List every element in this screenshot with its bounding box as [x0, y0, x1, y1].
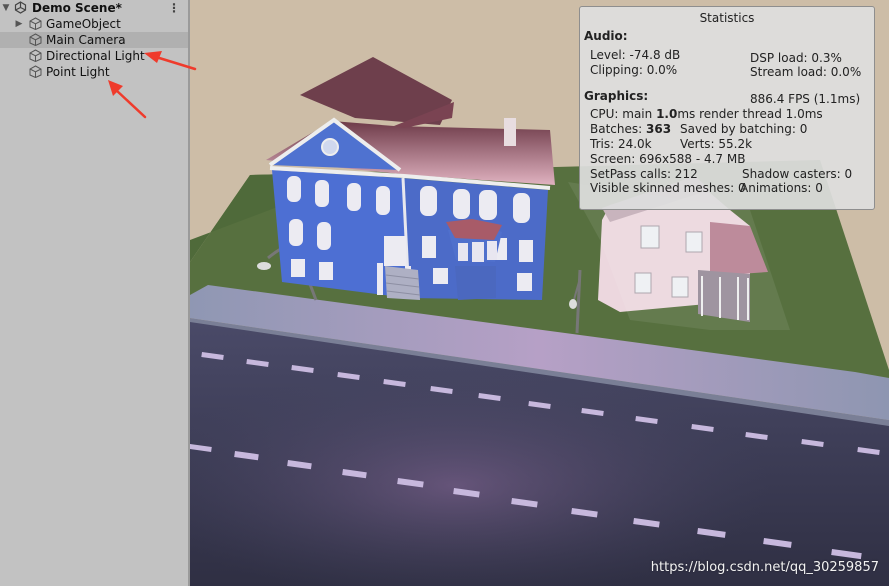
- hierarchy-item-label: GameObject: [46, 17, 121, 31]
- gameobject-cube-icon: [29, 49, 42, 62]
- setpass-calls: SetPass calls: 212: [590, 167, 698, 181]
- cpu-main-value: 1.0: [656, 107, 678, 121]
- stream-load: Stream load: 0.0%: [750, 65, 862, 79]
- scene-name: Demo Scene*: [32, 1, 122, 15]
- animations-count: Animations: 0: [740, 181, 823, 195]
- screen-info: Screen: 696x588 - 4.7 MB: [590, 152, 746, 166]
- audio-header: Audio:: [584, 29, 628, 43]
- gameobject-cube-icon: [29, 65, 42, 78]
- hierarchy-panel: ▼ Demo Scene* ⋮ ▶ GameObject Main Camera…: [0, 0, 190, 586]
- verts-count: Verts: 55.2k: [680, 137, 753, 151]
- shadow-casters: Shadow casters: 0: [742, 167, 853, 181]
- statistics-title: Statistics: [699, 11, 755, 25]
- hierarchy-item-label: Directional Light: [46, 49, 145, 63]
- statistics-panel: Statistics Audio: Level: -74.8 dB DSP lo…: [579, 6, 875, 210]
- hierarchy-item-point-light[interactable]: Point Light: [0, 64, 188, 80]
- collapsed-arrow-icon[interactable]: ▶: [14, 16, 24, 32]
- expand-arrow-icon[interactable]: ▼: [1, 0, 11, 16]
- hierarchy-item-gameobject[interactable]: ▶ GameObject: [0, 16, 188, 32]
- cpu-suffix: ms render thread 1.0ms: [677, 107, 823, 121]
- hierarchy-item-main-camera[interactable]: Main Camera: [0, 32, 188, 48]
- gameobject-cube-icon: [29, 33, 42, 46]
- graphics-header: Graphics:: [584, 89, 649, 103]
- watermark-url: https://blog.csdn.net/qq_30259857: [650, 560, 879, 575]
- visible-skinned-meshes: Visible skinned meshes: 0: [590, 181, 746, 195]
- cpu-timing: CPU: main 1.0ms render thread 1.0ms: [590, 107, 823, 121]
- hierarchy-item-label: Point Light: [46, 65, 110, 79]
- unity-logo-icon: [14, 1, 27, 14]
- batches: Batches: 363: [590, 122, 671, 136]
- saved-by-batching: Saved by batching: 0: [680, 122, 808, 136]
- batches-value: 363: [646, 122, 672, 136]
- batches-label: Batches:: [590, 122, 646, 136]
- scene-root-row[interactable]: ▼ Demo Scene* ⋮: [0, 0, 188, 16]
- fps-readout: 886.4 FPS (1.1ms): [750, 92, 861, 106]
- gameobject-cube-icon: [29, 17, 42, 30]
- audio-clipping: Clipping: 0.0%: [590, 63, 678, 77]
- tris-count: Tris: 24.0k: [590, 137, 652, 151]
- hierarchy-item-directional-light[interactable]: Directional Light: [0, 48, 188, 64]
- cpu-prefix: CPU: main: [590, 107, 657, 121]
- kebab-menu-icon[interactable]: ⋮: [168, 0, 180, 16]
- hierarchy-item-label: Main Camera: [46, 33, 126, 47]
- dsp-load: DSP load: 0.3%: [750, 51, 842, 65]
- audio-level: Level: -74.8 dB: [590, 48, 681, 62]
